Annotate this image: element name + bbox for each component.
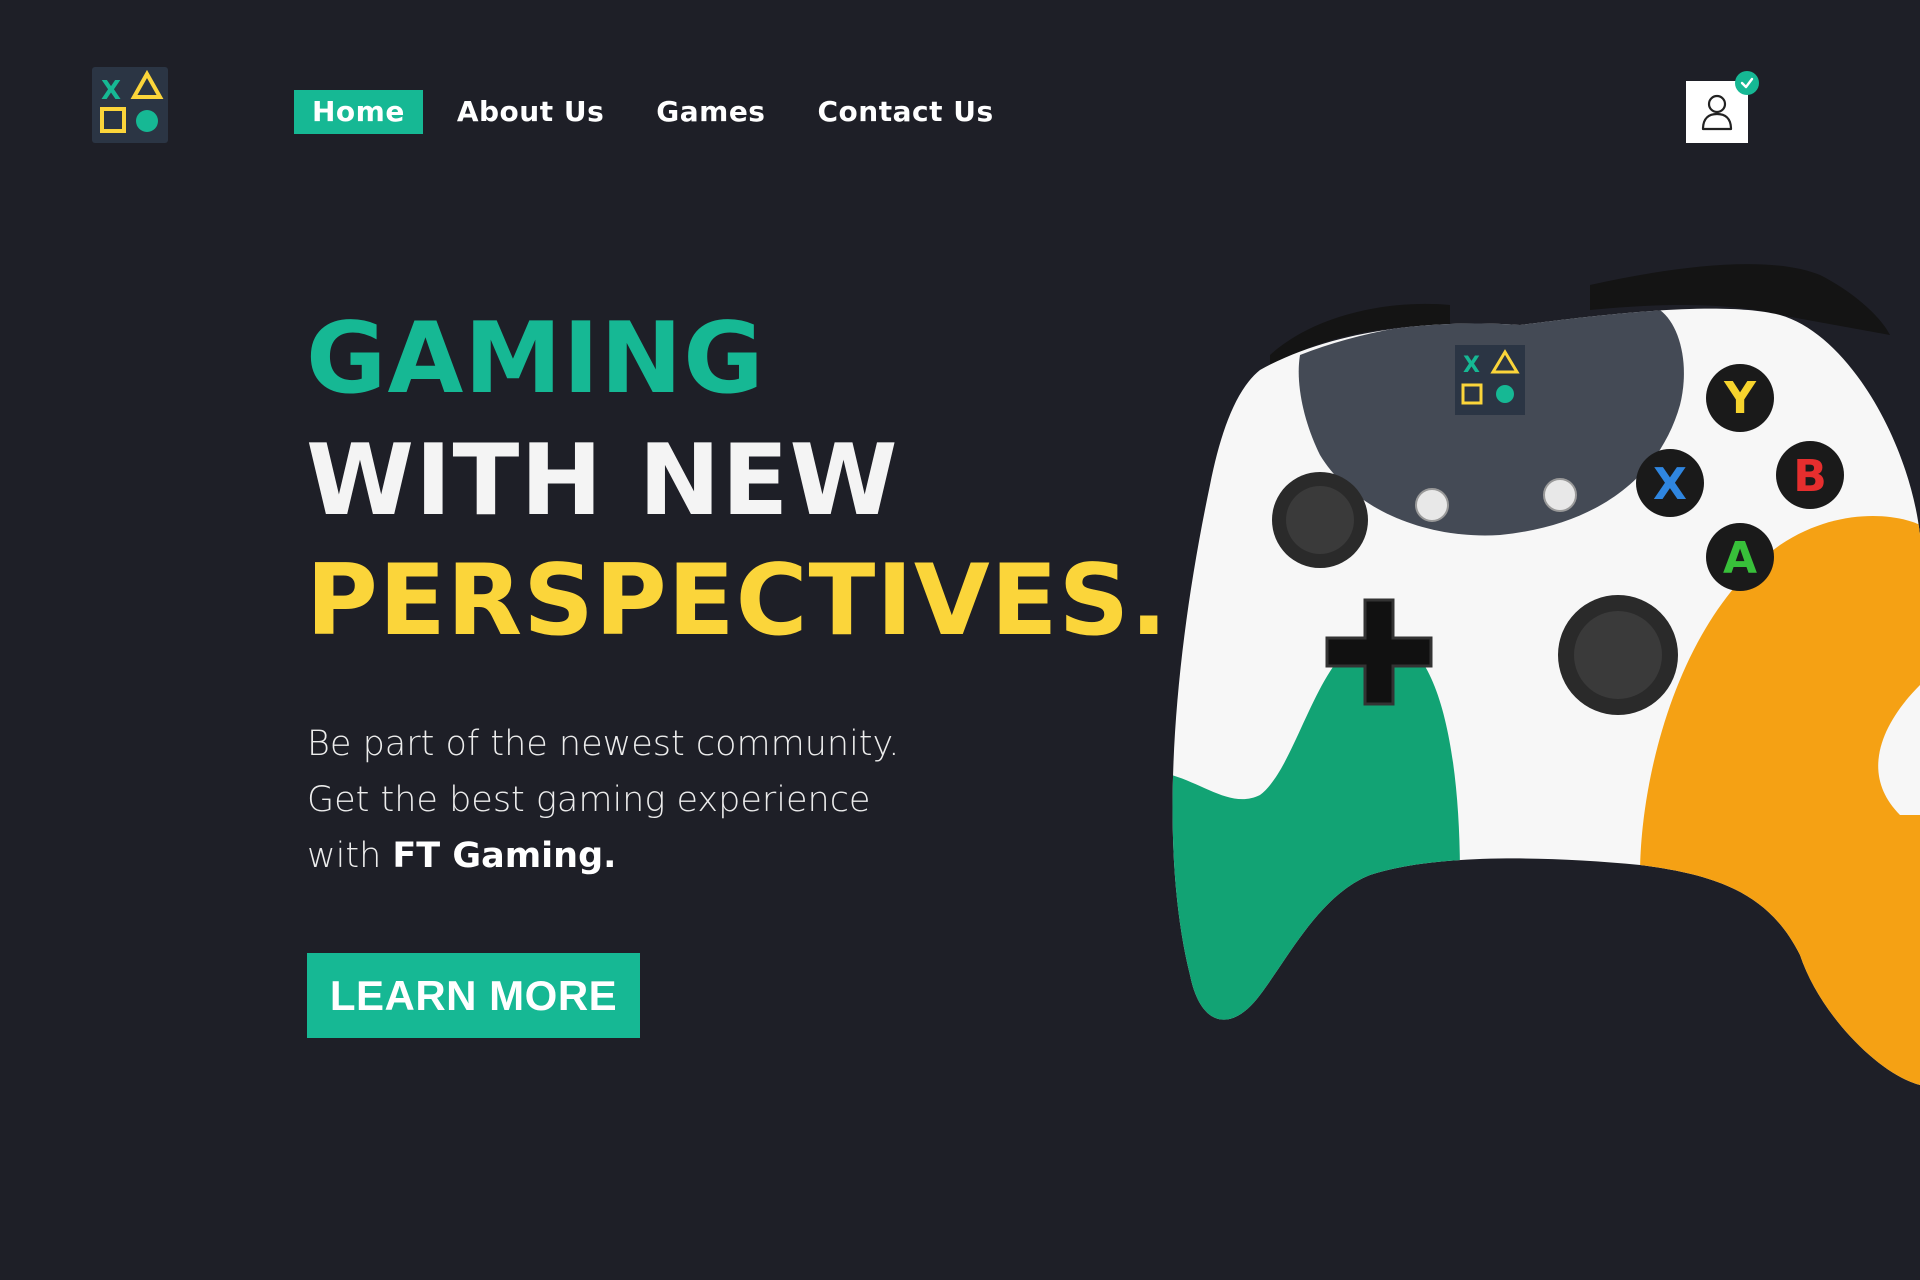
logo-circle xyxy=(136,110,158,132)
user-icon xyxy=(1701,94,1733,131)
b-button-label: B xyxy=(1793,451,1827,502)
nav-about-us[interactable]: About Us xyxy=(439,90,622,134)
check-icon xyxy=(1740,77,1754,89)
verified-badge xyxy=(1735,71,1759,95)
description-line-1: Be part of the newest community. xyxy=(307,724,900,764)
brand-logo[interactable]: X xyxy=(92,67,168,143)
description-line-2: Get the best gaming experience xyxy=(307,780,871,820)
nav-games[interactable]: Games xyxy=(638,90,783,134)
nav-home[interactable]: Home xyxy=(294,90,423,134)
y-button-label: Y xyxy=(1723,373,1757,424)
hero-title-line-2: WITH NEW xyxy=(306,424,899,538)
hero-title-line-1: GAMING xyxy=(306,302,765,416)
brand-name: FT Gaming. xyxy=(392,836,617,876)
a-button-label: A xyxy=(1723,533,1757,584)
description-prefix: with xyxy=(307,836,393,876)
learn-more-button[interactable]: LEARN MORE xyxy=(307,953,640,1038)
hero-description: Be part of the newest community. Get the… xyxy=(307,716,947,884)
x-button-label: X xyxy=(1653,459,1687,510)
logo-x-mark: X xyxy=(101,76,121,106)
game-controller-image: X Y B X A xyxy=(1172,264,1920,1086)
main-nav: Home About Us Games Contact Us xyxy=(294,90,1028,134)
hero-title-line-3: PERSPECTIVES. xyxy=(306,544,1169,658)
description-line-3: with FT Gaming. xyxy=(307,828,947,884)
svg-text:X: X xyxy=(1463,353,1480,378)
nav-contact-us[interactable]: Contact Us xyxy=(799,90,1011,134)
